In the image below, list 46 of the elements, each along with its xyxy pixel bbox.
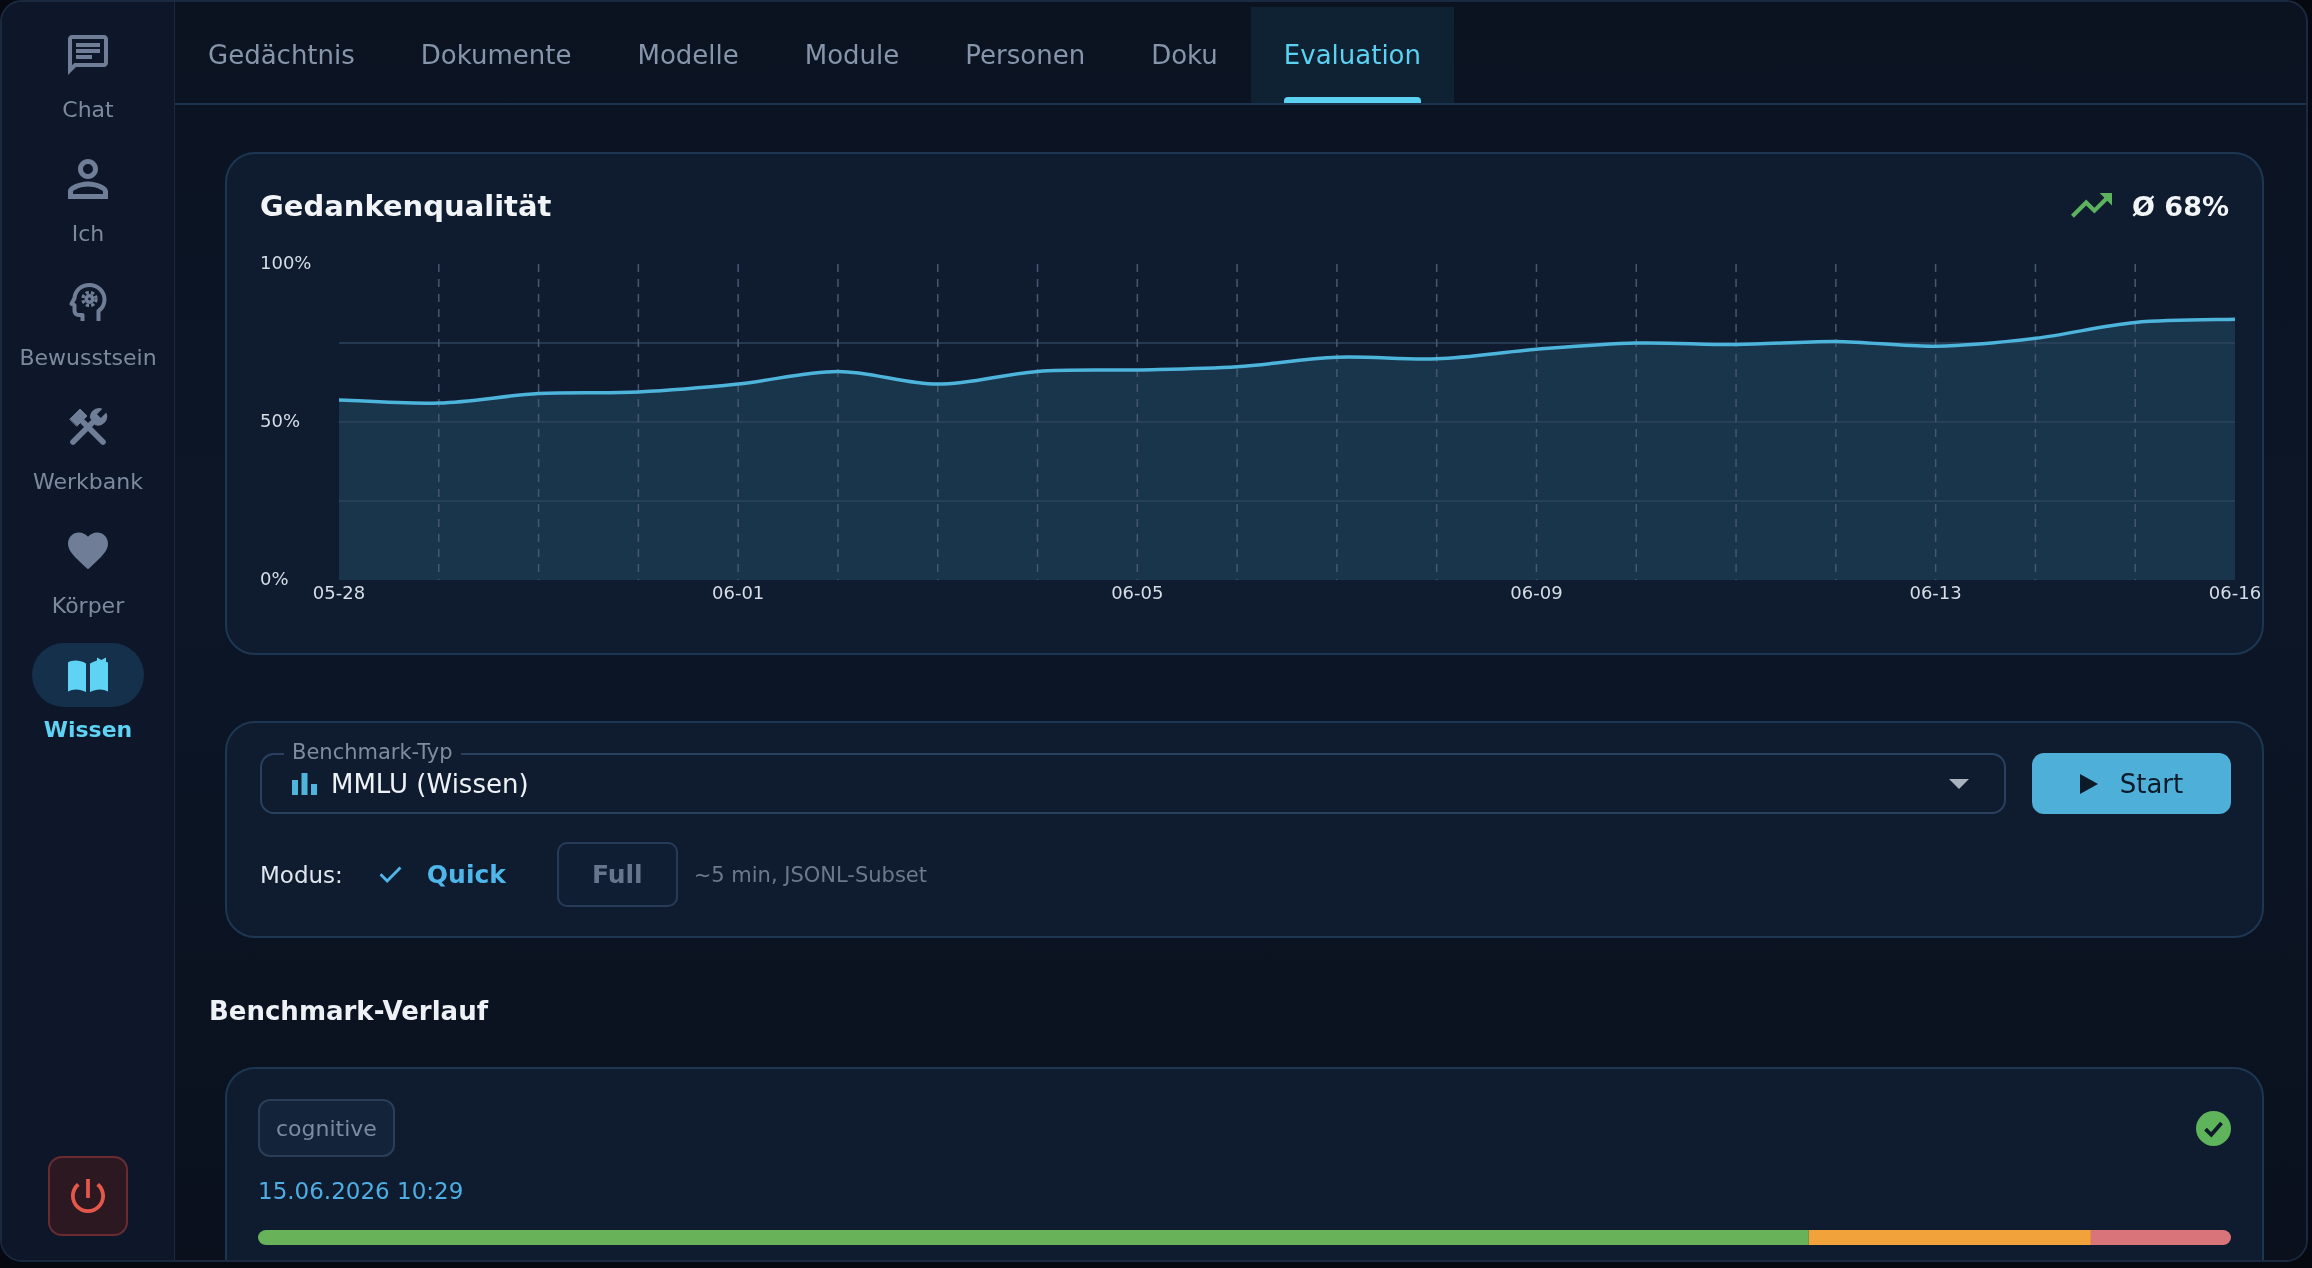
category-tag: cognitive: [258, 1099, 395, 1157]
field-label: Benchmark-Typ: [284, 740, 461, 764]
tab[interactable]: Evaluation: [1250, 7, 1454, 103]
chart-title: Gedankenqualität: [260, 189, 552, 223]
trend-up-icon: [2071, 193, 2112, 219]
axis-label: 06-16: [2208, 582, 2262, 603]
tab[interactable]: Modelle: [604, 7, 772, 103]
axis-label: 06-13: [1909, 582, 1962, 603]
check-icon: [378, 866, 402, 883]
tools-icon: [68, 407, 108, 447]
tab[interactable]: Dokumente: [387, 7, 605, 103]
sidebar-item[interactable]: Werkbank: [32, 395, 144, 497]
tab[interactable]: Gedächtnis: [175, 7, 388, 103]
caret-icon: [1949, 778, 1969, 789]
sidebar-item[interactable]: Bewusstsein: [19, 271, 157, 373]
check-circle-icon: [2196, 1110, 2231, 1146]
sidebar-item[interactable]: Körper: [32, 519, 144, 621]
head-gear-icon: [68, 283, 108, 323]
sidebar-item[interactable]: Ich: [32, 147, 144, 249]
average-value: Ø 68%: [2132, 190, 2229, 222]
axis-label: 05-28: [312, 582, 366, 603]
mode-hint: ~5 min, JSONL-Subset: [693, 862, 927, 887]
bar-chart-icon: [292, 772, 317, 795]
tab[interactable]: Module: [771, 7, 933, 103]
axis-label: 50%: [260, 410, 300, 431]
start-button[interactable]: Start: [2032, 753, 2231, 814]
mode-toggle[interactable]: Full: [556, 842, 678, 907]
section-title: Benchmark-Verlauf: [209, 995, 488, 1028]
tab[interactable]: Personen: [932, 7, 1119, 103]
heart-icon: [68, 531, 108, 571]
axis-label: 100%: [260, 252, 312, 273]
axis-label: 0%: [260, 568, 289, 589]
chat-icon: [68, 35, 108, 75]
open-book-icon: [68, 655, 108, 695]
mode-label: Modus:: [260, 861, 343, 888]
sidebar-item[interactable]: Chat: [32, 23, 144, 125]
power-button[interactable]: [48, 1156, 128, 1236]
person-icon: [68, 159, 108, 199]
tab[interactable]: Doku: [1118, 7, 1251, 103]
power-icon: [71, 1179, 105, 1213]
play-icon: [2079, 773, 2098, 794]
axis-label: 06-01: [712, 582, 765, 603]
axis-label: 06-09: [1510, 582, 1563, 603]
axis-label: 06-05: [1111, 582, 1164, 603]
run-timestamp: 15.06.2026 10:29: [258, 1177, 464, 1205]
mode-toggle[interactable]: Quick: [358, 842, 541, 907]
